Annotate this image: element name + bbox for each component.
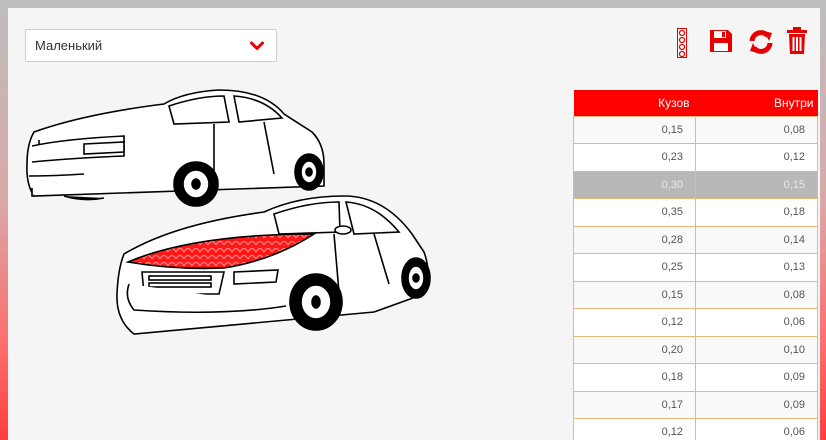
- inside-value-cell: 0,12: [695, 143, 818, 172]
- save-icon[interactable]: [708, 28, 734, 54]
- column-header-body[interactable]: Кузов: [573, 90, 696, 116]
- table-row[interactable]: 0,23 0,12: [573, 143, 818, 172]
- inside-value-cell: 0,08: [695, 280, 818, 309]
- inside-value-cell: 0,06: [695, 418, 818, 440]
- values-table: Кузов Внутри 0,15 0,08 0,23 0,12 0,30 0,15 …: [573, 90, 818, 440]
- rear-car-image: [26, 89, 325, 207]
- body-value-cell: 0,15: [573, 115, 696, 144]
- trash-icon[interactable]: [786, 26, 808, 56]
- refresh-icon[interactable]: [748, 29, 774, 55]
- body-value-cell: 0,18: [573, 363, 696, 392]
- main-panel: Маленький Кузов Внутри 0,15 0,08 0,23 0,…: [8, 8, 820, 440]
- car-diagram: [26, 89, 431, 335]
- inside-value-cell: 0,14: [695, 225, 818, 254]
- table-row[interactable]: 0,17 0,09: [573, 390, 818, 419]
- body-value-cell: 0,20: [573, 335, 696, 364]
- table-row[interactable]: 0,25 0,13: [573, 253, 818, 282]
- inside-value-cell: 0,09: [695, 363, 818, 392]
- table-row[interactable]: 0,12 0,06: [573, 308, 818, 337]
- inside-value-cell: 0,06: [695, 308, 818, 337]
- inside-value-cell: 0,09: [695, 390, 818, 419]
- inside-value-cell: 0,08: [695, 115, 818, 144]
- size-select-value: Маленький: [35, 38, 103, 53]
- front-car-image: [116, 195, 431, 335]
- body-value-cell: 0,12: [573, 418, 696, 440]
- pattern-icon[interactable]: [677, 28, 687, 58]
- table-row[interactable]: 0,18 0,09: [573, 363, 818, 392]
- body-value-cell: 0,35: [573, 198, 696, 227]
- table-header-row: Кузов Внутри: [573, 90, 818, 116]
- table-row[interactable]: 0,15 0,08: [573, 280, 818, 309]
- size-select[interactable]: Маленький: [25, 29, 277, 62]
- table-row-selected[interactable]: 0,30 0,15: [573, 170, 818, 199]
- table-row[interactable]: 0,20 0,10: [573, 335, 818, 364]
- inside-value-cell: 0,10: [695, 335, 818, 364]
- body-value-cell: 0,23: [573, 143, 696, 172]
- table-row[interactable]: 0,35 0,18: [573, 198, 818, 227]
- inside-value-cell: 0,15: [695, 170, 818, 199]
- table-row[interactable]: 0,15 0,08: [573, 115, 818, 144]
- column-header-inside[interactable]: Внутри: [695, 90, 818, 116]
- body-value-cell: 0,15: [573, 280, 696, 309]
- inside-value-cell: 0,13: [695, 253, 818, 282]
- table-row[interactable]: 0,28 0,14: [573, 225, 818, 254]
- body-value-cell: 0,30: [573, 170, 696, 199]
- inside-value-cell: 0,18: [695, 198, 818, 227]
- body-value-cell: 0,17: [573, 390, 696, 419]
- body-value-cell: 0,28: [573, 225, 696, 254]
- chevron-down-icon: [250, 41, 264, 50]
- body-value-cell: 0,12: [573, 308, 696, 337]
- body-value-cell: 0,25: [573, 253, 696, 282]
- table-row[interactable]: 0,12 0,06: [573, 418, 818, 440]
